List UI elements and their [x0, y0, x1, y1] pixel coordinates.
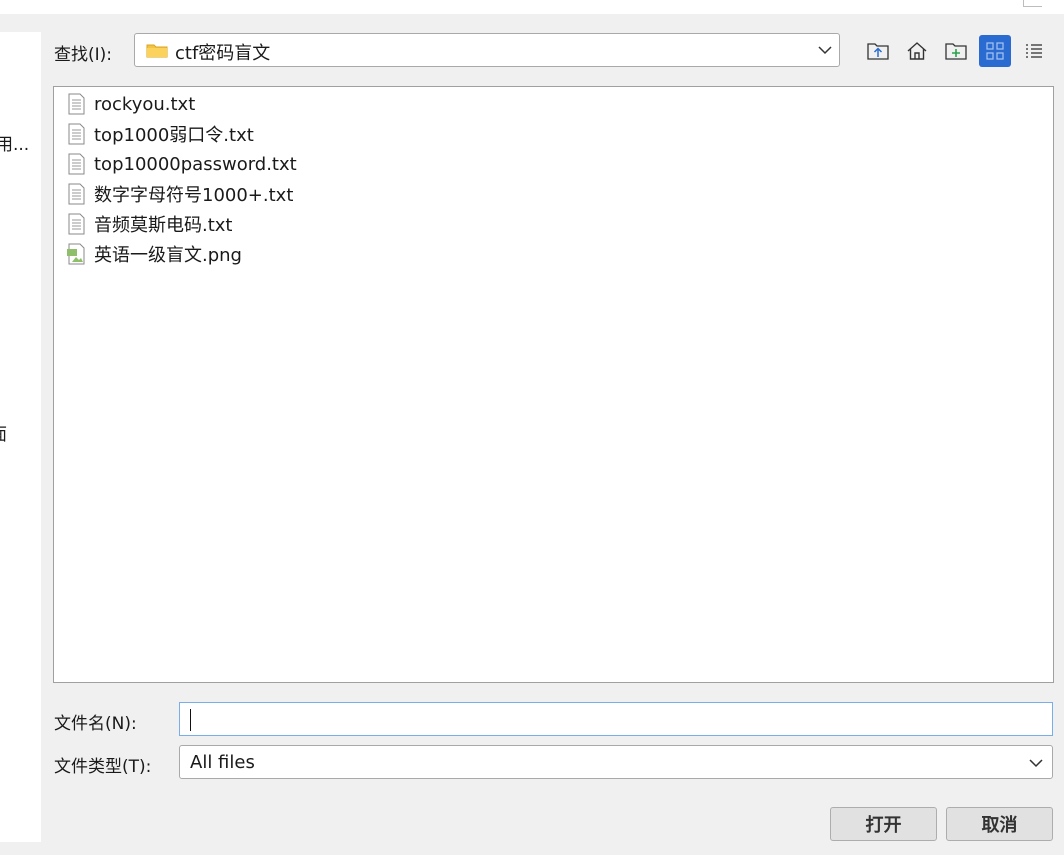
chevron-down-icon[interactable] [1028, 756, 1044, 770]
title-strip [0, 0, 1064, 14]
current-folder-name: ctf密码盲文 [175, 43, 271, 64]
file-name: top10000password.txt [94, 153, 297, 175]
list-view-icon [1026, 44, 1042, 58]
home-button[interactable] [901, 35, 933, 67]
open-button[interactable]: 打开 [830, 807, 937, 841]
file-name: rockyou.txt [94, 93, 196, 115]
file-name: 英语一级盲文.png [94, 245, 242, 266]
filetype-label: 文件类型(T): [54, 757, 152, 777]
list-view-button[interactable] [1018, 35, 1050, 67]
file-item[interactable]: 音频莫斯电码.txt [66, 210, 233, 238]
text-file-icon [68, 183, 85, 205]
file-item[interactable]: top10000password.txt [66, 150, 297, 178]
up-folder-button[interactable] [862, 35, 894, 67]
icon-view-icon [986, 42, 1004, 60]
home-icon [907, 42, 927, 60]
left-panel-item-fragment[interactable]: 用... [0, 130, 29, 155]
text-file-icon [68, 153, 85, 175]
chevron-down-icon[interactable] [817, 43, 833, 57]
file-item[interactable]: rockyou.txt [66, 90, 195, 118]
text-file-icon [68, 93, 85, 115]
file-name: 音频莫斯电码.txt [94, 215, 233, 236]
file-name: 数字字母符号1000+.txt [94, 185, 294, 206]
file-item[interactable]: 数字字母符号1000+.txt [66, 180, 293, 208]
file-item[interactable]: 英语一级盲文.png [66, 240, 242, 268]
file-item[interactable]: top1000弱口令.txt [66, 120, 254, 148]
file-list[interactable]: rockyou.txt top1000弱口令.txt top10000passw… [53, 86, 1054, 683]
folder-icon [146, 44, 168, 58]
filetype-value: All files [190, 752, 255, 773]
text-file-icon [68, 213, 85, 235]
filetype-combobox[interactable]: All files [179, 745, 1053, 779]
new-folder-icon [945, 43, 967, 60]
filename-input[interactable] [179, 702, 1053, 736]
window-control-fragment[interactable] [1023, 0, 1042, 7]
file-name: top1000弱口令.txt [94, 125, 254, 146]
up-folder-icon [867, 43, 889, 60]
cancel-button[interactable]: 取消 [946, 807, 1053, 841]
icon-view-button[interactable] [979, 35, 1011, 67]
filename-label: 文件名(N): [54, 714, 137, 734]
look-in-combobox[interactable]: ctf密码盲文 [134, 33, 840, 67]
image-file-icon [67, 243, 85, 265]
left-panel-item-fragment[interactable]: 面 [0, 420, 7, 445]
look-in-label: 查找(I): [54, 45, 113, 65]
text-file-icon [68, 123, 85, 145]
left-panel: 用... 面 [0, 32, 41, 842]
text-caret [190, 709, 191, 731]
new-folder-button[interactable] [940, 35, 972, 67]
